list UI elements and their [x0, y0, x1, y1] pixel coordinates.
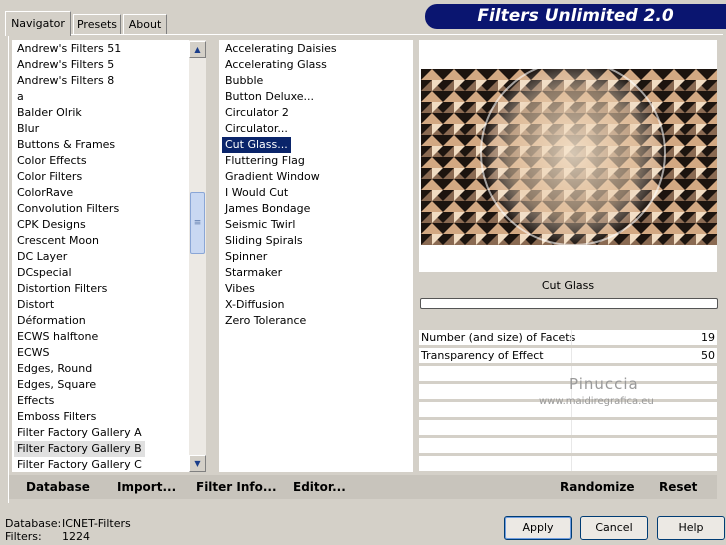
status-filters-label: Filters:: [5, 530, 42, 543]
import-button[interactable]: Import...: [117, 479, 176, 495]
filter-item[interactable]: Accelerating Glass: [222, 57, 330, 73]
filter-item[interactable]: Cut Glass...: [221, 136, 292, 154]
filter-item[interactable]: Sliding Spirals: [222, 233, 306, 249]
tab-about[interactable]: About: [123, 14, 167, 35]
app-title-banner: Filters Unlimited 2.0: [425, 4, 726, 29]
category-item[interactable]: Effects: [14, 393, 57, 409]
randomize-button[interactable]: Randomize: [560, 479, 634, 495]
database-button[interactable]: Database: [26, 479, 90, 495]
category-item[interactable]: Crescent Moon: [14, 233, 102, 249]
category-item[interactable]: Blur: [14, 121, 42, 137]
filter-item[interactable]: Vibes: [222, 281, 258, 297]
status-database-value: ICNET-Filters: [62, 517, 131, 530]
category-item[interactable]: DC Layer: [14, 249, 70, 265]
category-item[interactable]: a: [14, 89, 27, 105]
category-item[interactable]: Andrew's Filters 5: [14, 57, 117, 73]
category-item[interactable]: Distortion Filters: [14, 281, 110, 297]
category-item[interactable]: Déformation: [14, 313, 89, 329]
category-list[interactable]: Andrew's Filters 51 Andrew's Filters 5 And…: [12, 40, 189, 472]
status-filters-value: 1224: [62, 530, 90, 543]
param-row-empty: [419, 456, 717, 472]
tab-presets[interactable]: Presets: [73, 14, 121, 35]
filter-item[interactable]: I Would Cut: [222, 185, 291, 201]
category-scrollbar[interactable]: ▲ ≡ ▼: [189, 40, 206, 472]
category-item[interactable]: Color Filters: [14, 169, 85, 185]
param-row-empty: [419, 366, 717, 382]
editor-button[interactable]: Editor...: [293, 479, 346, 495]
tab-navigator[interactable]: Navigator: [5, 11, 71, 36]
filter-item[interactable]: X-Diffusion: [222, 297, 288, 313]
param-label: Number (and size) of Facets: [421, 331, 576, 344]
category-item[interactable]: ECWS: [14, 345, 53, 361]
scroll-thumb[interactable]: ≡: [190, 192, 205, 254]
filter-item[interactable]: Accelerating Daisies: [222, 41, 340, 57]
category-item[interactable]: ColorRave: [14, 185, 76, 201]
category-item[interactable]: Filter Factory Gallery C: [14, 457, 145, 473]
param-label: Transparency of Effect: [421, 349, 544, 362]
category-item[interactable]: ECWS halftone: [14, 329, 101, 345]
reset-button[interactable]: Reset: [659, 479, 697, 495]
category-item[interactable]: CPK Designs: [14, 217, 89, 233]
category-item[interactable]: Filter Factory Gallery B: [14, 441, 145, 457]
filter-info-button[interactable]: Filter Info...: [196, 479, 277, 495]
category-item[interactable]: Filter Factory Gallery A: [14, 425, 145, 441]
filter-item[interactable]: Fluttering Flag: [222, 153, 308, 169]
apply-button[interactable]: Apply: [504, 516, 572, 540]
param-row-empty: [419, 438, 717, 454]
filter-item[interactable]: Circulator 2: [222, 105, 292, 121]
filter-item[interactable]: Button Deluxe...: [222, 89, 317, 105]
category-item[interactable]: Emboss Filters: [14, 409, 99, 425]
param-row[interactable]: Number (and size) of Facets 19: [419, 330, 717, 346]
filter-item[interactable]: Spinner: [222, 249, 270, 265]
param-row-empty: [419, 420, 717, 436]
category-item[interactable]: Buttons & Frames: [14, 137, 118, 153]
param-value[interactable]: 19: [701, 330, 715, 345]
filter-item[interactable]: Bubble: [222, 73, 266, 89]
category-item[interactable]: Convolution Filters: [14, 201, 122, 217]
status-database-label: Database:: [5, 517, 62, 530]
filter-list[interactable]: Accelerating Daisies Accelerating Glass Bu…: [219, 40, 413, 472]
filter-item[interactable]: Gradient Window: [222, 169, 323, 185]
filter-item[interactable]: James Bondage: [222, 201, 313, 217]
category-item[interactable]: Edges, Square: [14, 377, 99, 393]
filter-item[interactable]: Zero Tolerance: [222, 313, 309, 329]
filter-item[interactable]: Seismic Twirl: [222, 217, 298, 233]
param-value[interactable]: 50: [701, 348, 715, 363]
scroll-up-button[interactable]: ▲: [189, 41, 206, 58]
help-button[interactable]: Help: [657, 516, 725, 540]
filter-item[interactable]: Circulator...: [222, 121, 291, 137]
watermark-url: www.maidiregrafica.eu: [539, 396, 654, 407]
category-item[interactable]: Balder Olrik: [14, 105, 85, 121]
category-item[interactable]: Edges, Round: [14, 361, 95, 377]
category-item[interactable]: Distort: [14, 297, 57, 313]
category-item[interactable]: DCspecial: [14, 265, 75, 281]
category-item[interactable]: Color Effects: [14, 153, 90, 169]
category-item[interactable]: Andrew's Filters 51: [14, 41, 124, 57]
category-item[interactable]: Andrew's Filters 8: [14, 73, 117, 89]
progress-bar: [420, 298, 718, 309]
preview-filter-name: Cut Glass: [541, 279, 595, 292]
watermark-name: Pinuccia: [569, 375, 639, 393]
filter-item[interactable]: Starmaker: [222, 265, 285, 281]
param-row[interactable]: Transparency of Effect 50: [419, 348, 717, 364]
cancel-button[interactable]: Cancel: [580, 516, 648, 540]
scroll-down-button[interactable]: ▼: [189, 455, 206, 472]
preview-image[interactable]: [421, 69, 717, 245]
